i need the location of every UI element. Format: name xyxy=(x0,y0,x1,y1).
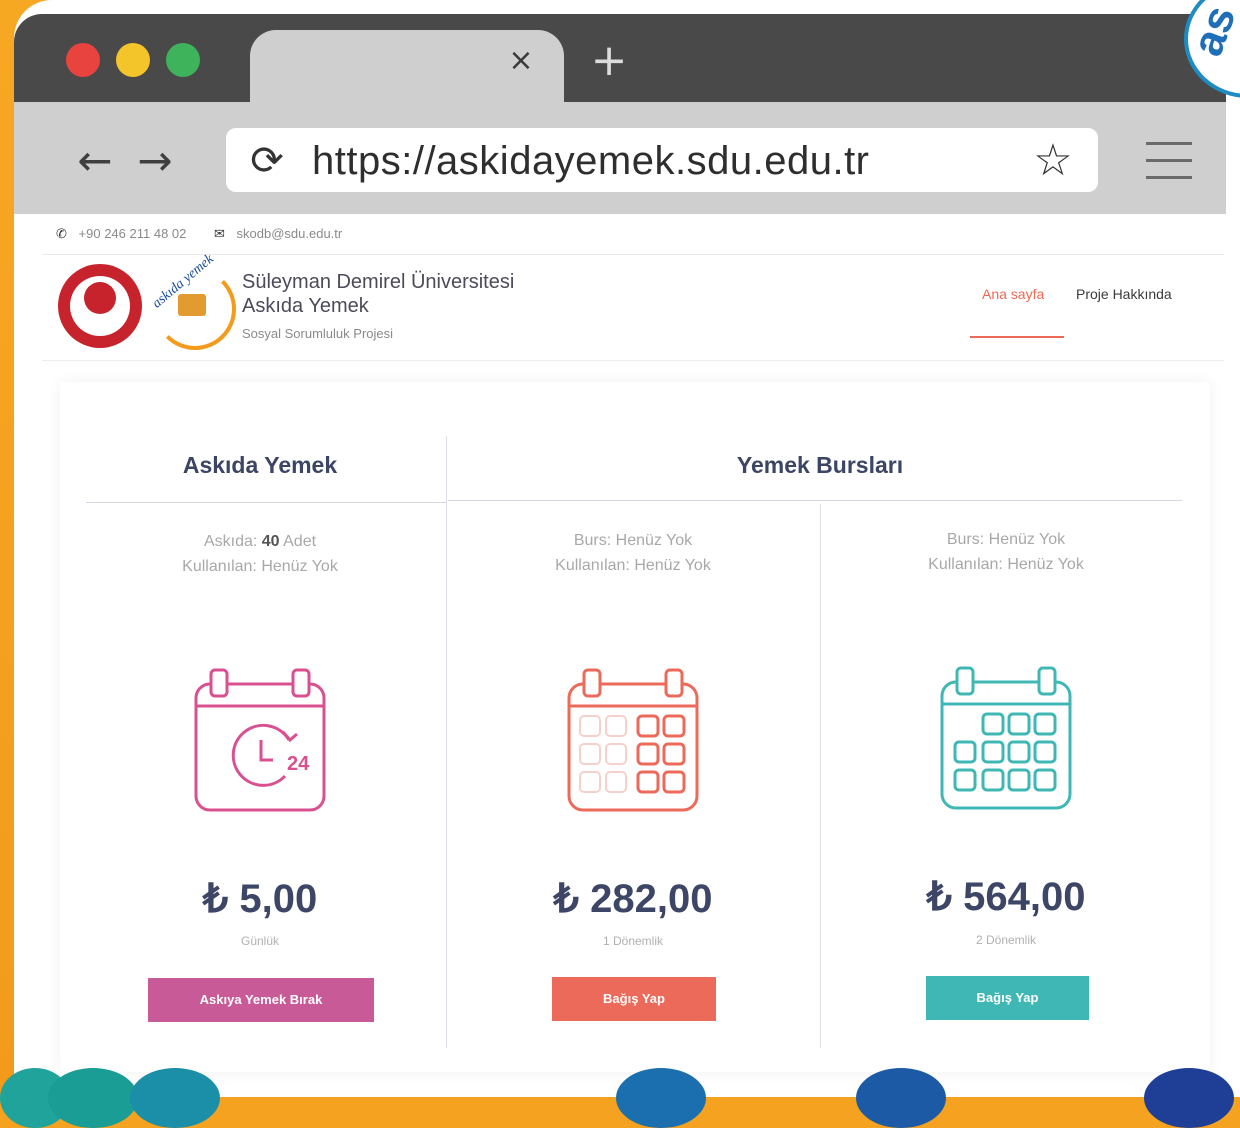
phone-icon: ✆ xyxy=(56,226,67,241)
used-text: Kullanılan: Henüz Yok xyxy=(182,558,338,575)
site-title: Süleyman Demirel Üniversitesi Askıda Yem… xyxy=(242,270,514,318)
header-divider xyxy=(42,254,1224,255)
card-info-two-term: Burs: Henüz Yok Kullanılan: Henüz Yok xyxy=(856,527,1156,577)
donate-two-term-button[interactable]: Bağış Yap xyxy=(926,976,1089,1020)
card-info-one-term: Burs: Henüz Yok Kullanılan: Henüz Yok xyxy=(483,528,783,578)
leave-meal-button[interactable]: Askıya Yemek Bırak xyxy=(148,978,374,1022)
back-arrow-icon[interactable]: ← xyxy=(72,138,118,184)
decor-circle xyxy=(130,1068,220,1128)
reload-icon[interactable]: ⟳ xyxy=(244,138,290,184)
university-seal-logo[interactable] xyxy=(58,264,142,348)
donate-one-term-button[interactable]: Bağış Yap xyxy=(552,977,716,1021)
site-subtitle: Sosyal Sorumluluk Projesi xyxy=(242,326,394,341)
envelope-icon: ✉ xyxy=(214,226,225,241)
price-two-term: ₺ 564,00 xyxy=(926,875,1086,919)
period-daily: Günlük xyxy=(240,934,280,948)
new-tab-icon[interactable]: + xyxy=(588,39,630,83)
decor-circle xyxy=(48,1068,138,1128)
decor-circle xyxy=(1144,1068,1234,1128)
decor-circle xyxy=(616,1068,706,1128)
bookmark-star-icon[interactable]: ☆ xyxy=(1028,136,1078,186)
price-one-term: ₺ 282,00 xyxy=(553,877,713,921)
decor-circle xyxy=(856,1068,946,1128)
close-tab-icon[interactable]: × xyxy=(506,46,536,76)
right-title-underline xyxy=(448,500,1182,501)
phone-number[interactable]: +90 246 211 48 02 xyxy=(79,226,187,241)
card-info-daily: Askıda: 40 Adet Kullanılan: Henüz Yok xyxy=(110,529,410,579)
icon-24-label: 24 xyxy=(287,753,310,775)
stock-unit: Adet xyxy=(283,533,317,550)
hamburger-menu-icon[interactable] xyxy=(1146,142,1192,180)
scholarship-text: Burs: Henüz Yok xyxy=(946,531,1066,548)
nav-home-link[interactable]: Ana sayfa xyxy=(982,286,1044,302)
site-title-line1: Süleyman Demirel Üniversitesi xyxy=(242,271,515,293)
period-two-term: 2 Dönemlik xyxy=(975,933,1037,947)
askida-yemek-logo[interactable]: askıda yemek xyxy=(150,252,236,350)
email-address[interactable]: skodb@sdu.edu.tr xyxy=(237,226,343,241)
forward-arrow-icon[interactable]: → xyxy=(132,138,178,184)
scholarship-text: Burs: Henüz Yok xyxy=(573,532,693,549)
calendar-grid-icon xyxy=(567,668,699,812)
nav-about-link[interactable]: Proje Hakkında xyxy=(1076,286,1172,302)
section-divider xyxy=(446,436,447,1048)
stock-label: Askıda: xyxy=(203,533,258,550)
calendar-grid-icon xyxy=(940,666,1072,810)
maximize-window-dot[interactable] xyxy=(166,43,200,77)
left-title-underline xyxy=(86,502,446,503)
close-window-dot[interactable] xyxy=(66,43,100,77)
minimize-window-dot[interactable] xyxy=(116,43,150,77)
top-contact-bar: ✆ +90 246 211 48 02 ✉ skodb@sdu.edu.tr xyxy=(56,226,366,242)
section-title-yemek-burslari: Yemek Bursları xyxy=(736,452,904,478)
section-title-askida-yemek: Askıda Yemek xyxy=(182,452,338,478)
price-daily: ₺ 5,00 xyxy=(202,877,318,921)
url-text[interactable]: https://askidayemek.sdu.edu.tr xyxy=(312,137,870,185)
column-divider xyxy=(820,504,821,1048)
period-one-term: 1 Dönemlik xyxy=(602,934,664,948)
site-title-line2: Askıda Yemek xyxy=(242,295,369,317)
nav-divider xyxy=(42,360,1224,361)
calendar-24h-icon: 24 xyxy=(194,668,326,812)
nav-active-underline xyxy=(970,336,1064,338)
used-text: Kullanılan: Henüz Yok xyxy=(555,557,711,574)
stock-count: 40 xyxy=(261,533,280,550)
used-text: Kullanılan: Henüz Yok xyxy=(928,556,1084,573)
